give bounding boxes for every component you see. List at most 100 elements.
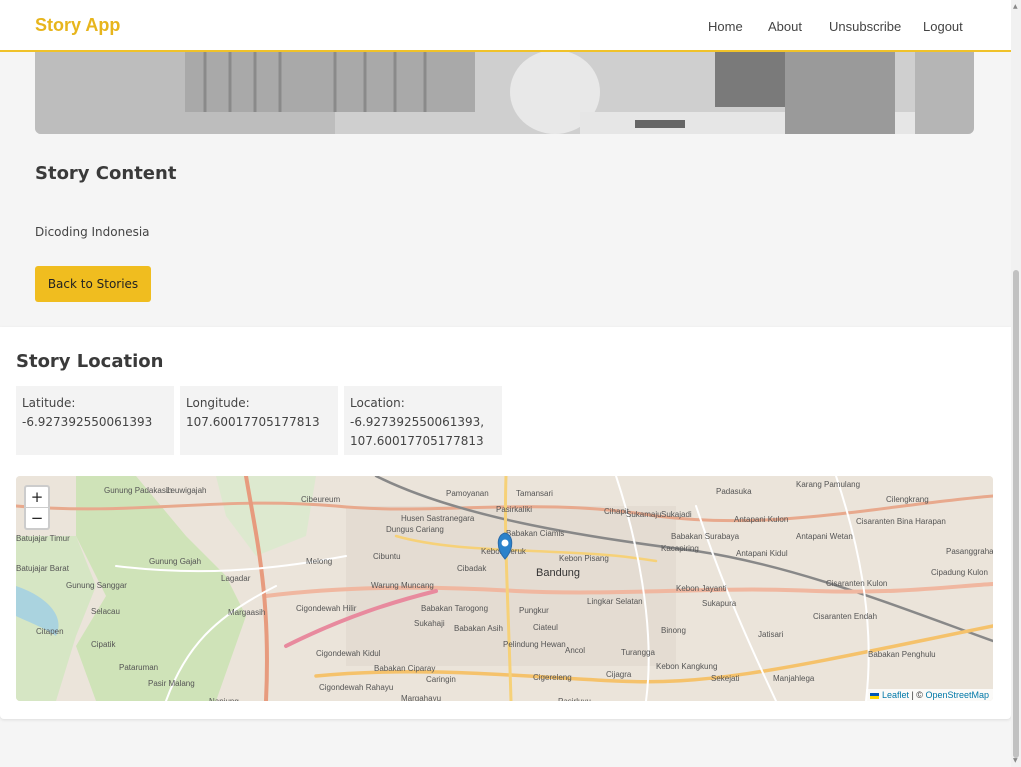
latitude-label: Latitude:: [22, 396, 76, 410]
map-place-label: Jatisari: [758, 630, 784, 639]
map-place-label: Pasanggrahan: [946, 547, 993, 556]
map-place-label: Cigondewah Kidul: [316, 649, 381, 658]
map-place-label: Cipadung Kulon: [931, 568, 988, 577]
map-place-label: Ancol: [565, 646, 585, 655]
location-value-line2: 107.60017705177813: [350, 434, 484, 448]
map-place-label: Cisaranten Bina Harapan: [856, 517, 946, 526]
location-box: Location: -6.927392550061393, 107.600177…: [344, 386, 502, 455]
map-place-label: Babakan Asih: [454, 624, 503, 633]
openstreetmap-link[interactable]: OpenStreetMap: [925, 690, 989, 700]
nav-home-link[interactable]: Home: [708, 19, 743, 34]
map-place-label: Gunung Gajah: [149, 557, 201, 566]
back-to-stories-button[interactable]: Back to Stories: [35, 266, 151, 302]
scrollbar-thumb[interactable]: [1013, 270, 1019, 758]
map-place-label: Sukamaju: [626, 510, 662, 519]
map-place-label: Leuwigajah: [166, 486, 206, 495]
map-place-label: Manjahlega: [773, 674, 815, 683]
map-place-label: Bandung: [536, 567, 580, 579]
map-place-label: Pamoyanan: [446, 489, 489, 498]
map-place-label: Cigondewah Rahayu: [319, 683, 393, 692]
map-place-label: Gunung Sanggar: [66, 581, 127, 590]
scroll-up-icon[interactable]: ▲: [1013, 3, 1018, 10]
map-place-label: Pasirluyu: [558, 697, 591, 701]
map-place-label: Pasir Malang: [148, 679, 195, 688]
location-value-line1: -6.927392550061393,: [350, 415, 485, 429]
map-place-label: Cigereleng: [533, 673, 572, 682]
map-place-label: Karang Pamulang: [796, 480, 860, 489]
zoom-in-button[interactable]: +: [26, 487, 48, 507]
map-place-label: Padasuka: [716, 487, 752, 496]
map-place-label: Selacau: [91, 607, 120, 616]
map-place-label: Cibeureum: [301, 495, 340, 504]
map-place-label: Pungkur: [519, 606, 549, 615]
map-place-label: Cigondewah Hilir: [296, 604, 357, 613]
latitude-box: Latitude: -6.927392550061393: [16, 386, 174, 455]
attribution-separator: | ©: [908, 690, 926, 700]
story-content-title: Story Content: [35, 163, 177, 184]
latitude-value: -6.927392550061393: [22, 415, 153, 429]
map-place-label: Kebon Kangkung: [656, 662, 717, 671]
map-place-label: Nanjung: [209, 697, 239, 701]
map-place-label: Antapani Kidul: [736, 549, 788, 558]
nav-about-link[interactable]: About: [768, 19, 802, 34]
map-place-label: Pataruman: [119, 663, 158, 672]
map-place-label: Warung Muncang: [371, 581, 434, 590]
navbar: Story App Home About Unsubscribe Logout: [0, 0, 1011, 52]
brand-logo[interactable]: Story App: [35, 15, 120, 36]
story-description: Dicoding Indonesia: [35, 225, 150, 239]
story-photo: [35, 52, 974, 134]
map-place-label: Cilengkrang: [886, 495, 929, 504]
map-place-label: Cibadak: [457, 564, 487, 573]
leaflet-link[interactable]: Leaflet: [882, 690, 909, 700]
map-place-label: Babakan Ciparay: [374, 664, 435, 673]
map-place-label: Sukajadi: [661, 510, 692, 519]
map-place-label: Cibuntu: [373, 552, 401, 561]
location-label: Location:: [350, 396, 405, 410]
map-place-label: Kacapiring: [661, 544, 699, 553]
map-place-label: Batujajar Barat: [16, 564, 70, 573]
map-place-label: Pelindung Hewan: [503, 640, 566, 649]
scrollbar[interactable]: ▲ ▼: [1011, 0, 1021, 767]
map-place-label: Turangga: [621, 648, 656, 657]
map-attribution: Leaflet | © OpenStreetMap: [866, 689, 993, 701]
map-place-label: Kebon Jayanti: [676, 584, 727, 593]
zoom-out-button[interactable]: −: [26, 507, 48, 528]
map-place-label: Babakan Ciamis: [506, 529, 564, 538]
map-place-label: Sekejati: [711, 674, 740, 683]
map-place-label: Ciateul: [533, 623, 558, 632]
map-place-label: Sukapura: [702, 599, 737, 608]
map-place-label: Melong: [306, 557, 332, 566]
longitude-label: Longitude:: [186, 396, 250, 410]
map-place-label: Binong: [661, 626, 686, 635]
map-place-label: Cisaranten Kulon: [826, 579, 887, 588]
map-place-label: Cijagra: [606, 670, 632, 679]
map-place-label: Margaasih: [228, 608, 265, 617]
map-place-label: Lagadar: [221, 574, 251, 583]
story-location-section: Story Location Latitude: -6.927392550061…: [0, 327, 1011, 719]
map-place-label: Batujajar Timur: [16, 534, 70, 543]
map-place-label: Kebon Pisang: [559, 554, 609, 563]
map-place-label: Antapani Kulon: [734, 515, 788, 524]
map-place-label: Antapani Wetan: [796, 532, 853, 541]
scroll-down-icon[interactable]: ▼: [1013, 757, 1018, 764]
map-place-label: Babakan Penghulu: [868, 650, 936, 659]
map-place-label: Babakan Tarogong: [421, 604, 488, 613]
story-location-title: Story Location: [16, 351, 164, 372]
map-place-label: Tamansari: [516, 489, 553, 498]
map-place-label: Citapen: [36, 627, 64, 636]
map-place-label: Husen Sastranegara: [401, 514, 475, 523]
map-place-label: Lingkar Selatan: [587, 597, 643, 606]
nav-unsubscribe-link[interactable]: Unsubscribe: [829, 19, 901, 34]
map-place-label: Margahayu: [401, 694, 441, 701]
map-place-label: Cisaranten Endah: [813, 612, 877, 621]
map-zoom-control: + −: [24, 485, 50, 530]
ukraine-flag-icon: [870, 692, 880, 699]
map-tiles[interactable]: Leuwigajah Cibeureum Pamoyanan Tamansari Pad…: [16, 476, 993, 701]
map-place-label: Gunung Padakasih: [104, 486, 172, 495]
longitude-box: Longitude: 107.60017705177813: [180, 386, 338, 455]
map-place-label: Babakan Surabaya: [671, 532, 740, 541]
nav-logout-link[interactable]: Logout: [923, 19, 963, 34]
longitude-value: 107.60017705177813: [186, 415, 320, 429]
map-place-label: Cipatik: [91, 640, 116, 649]
location-map[interactable]: Leuwigajah Cibeureum Pamoyanan Tamansari Pad…: [16, 476, 993, 701]
